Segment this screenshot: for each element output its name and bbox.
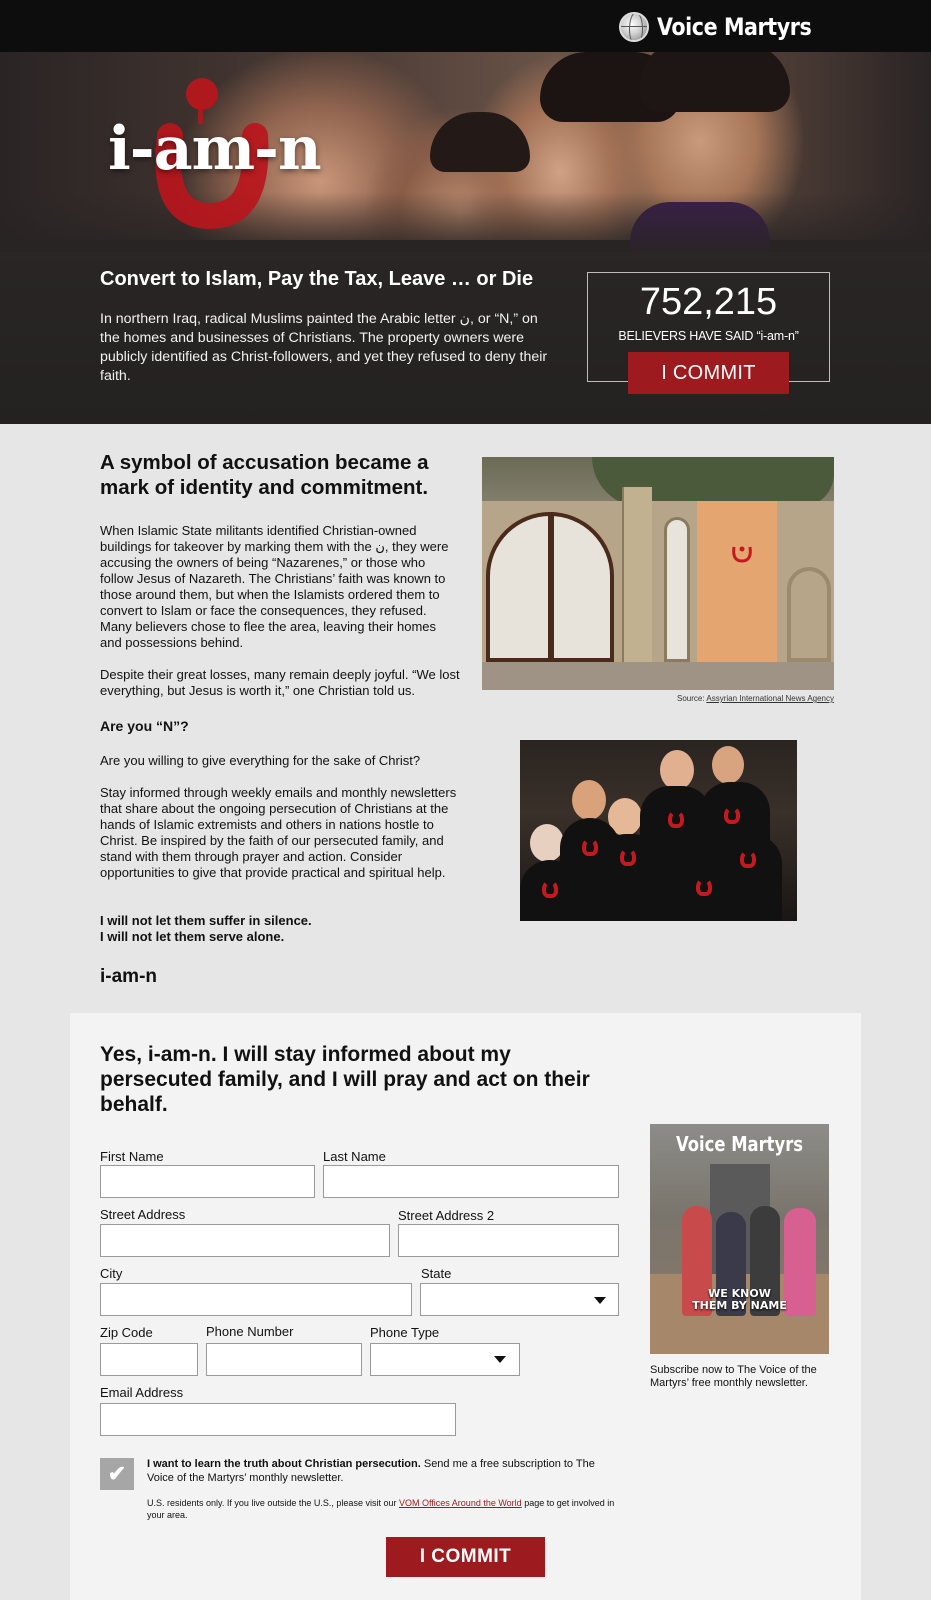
state-label: State	[421, 1266, 452, 1281]
newsletter-checkbox[interactable]: ✔	[100, 1458, 134, 1490]
pledge-alone: I will not let them serve alone.	[100, 929, 285, 944]
site-logo[interactable]: Voice Martyrs	[618, 11, 837, 43]
first-name-label: First Name	[100, 1149, 164, 1164]
paragraph-accusation: When Islamic State militants identified …	[100, 523, 449, 650]
commit-counter-value: 752,215	[639, 281, 778, 323]
last-name-label: Last Name	[323, 1149, 386, 1164]
magazine-caption: Subscribe now to The Voice of the Martyr…	[650, 1364, 817, 1389]
street-address-label: Street Address	[100, 1207, 186, 1222]
paragraph-willing: Are you willing to give everything for t…	[100, 753, 421, 768]
question-heading: Are you “N”?	[100, 718, 189, 734]
city-label: City	[100, 1266, 123, 1281]
state-select[interactable]	[420, 1283, 619, 1316]
street-address-field[interactable]	[100, 1224, 390, 1257]
street-address-2-field[interactable]	[398, 1224, 619, 1257]
phone-type-label: Phone Type	[370, 1325, 440, 1340]
newsletter-checkbox-label: I want to learn the truth about Christia…	[147, 1458, 595, 1484]
hero-heading: Convert to Islam, Pay the Tax, Leave … o…	[100, 268, 534, 290]
form-commit-button[interactable]: I COMMIT	[386, 1537, 545, 1577]
magazine-subtitle: WE KNOW THEM BY NAME	[692, 1287, 787, 1312]
vom-offices-link[interactable]: VOM Offices Around the World	[399, 1498, 522, 1508]
brand-title: i-am-n	[108, 114, 322, 184]
form-heading: Yes, i-am-n. I will stay informed about …	[100, 1043, 590, 1116]
top-bar: Voice Martyrs	[0, 0, 931, 52]
state-chevron-down-icon	[594, 1297, 606, 1304]
globe-icon	[618, 12, 649, 42]
zip-code-field[interactable]	[100, 1343, 198, 1376]
magazine-title: Voice Martyrs	[675, 1132, 804, 1156]
photo-source: Source: Assyrian International News Agen…	[677, 694, 834, 703]
newsletter-cover-image: Voice Martyrs WE KNOW THEM BY NAME	[650, 1124, 829, 1354]
marked-house-photo	[482, 457, 834, 690]
checkmark-icon: ✔	[107, 1461, 127, 1486]
first-name-field[interactable]	[100, 1165, 315, 1198]
commit-counter-label: BELIEVERS HAVE SAID “i-am-n”	[618, 329, 799, 343]
paragraph-stay-informed: Stay informed through weekly emails and …	[100, 785, 457, 880]
source-link[interactable]: Assyrian International News Agency	[706, 694, 834, 703]
us-residents-note: U.S. residents only. If you live outside…	[147, 1498, 615, 1520]
phone-type-chevron-down-icon	[494, 1356, 506, 1363]
paragraph-joyful: Despite their great losses, many remain …	[100, 667, 460, 698]
email-label: Email Address	[100, 1385, 184, 1400]
signoff-text: i-am-n	[100, 966, 157, 987]
phone-number-label: Phone Number	[206, 1324, 294, 1339]
logo-text: Voice Martyrs	[656, 13, 812, 41]
hero-body: In northern Iraq, radical Muslims painte…	[100, 311, 548, 384]
last-name-field[interactable]	[323, 1165, 619, 1198]
email-field[interactable]	[100, 1403, 456, 1436]
group-photo	[520, 740, 797, 921]
hero-banner: i-am-n Convert to Islam, Pay the Tax, Le…	[0, 52, 931, 424]
zip-code-label: Zip Code	[100, 1325, 153, 1340]
hero-commit-button[interactable]: I COMMIT	[628, 352, 789, 394]
city-field[interactable]	[100, 1283, 412, 1316]
section-heading: A symbol of accusation became a mark of …	[100, 451, 429, 499]
phone-number-field[interactable]	[206, 1343, 362, 1376]
pledge-silence: I will not let them suffer in silence.	[100, 913, 312, 928]
street-address-2-label: Street Address 2	[398, 1208, 495, 1223]
